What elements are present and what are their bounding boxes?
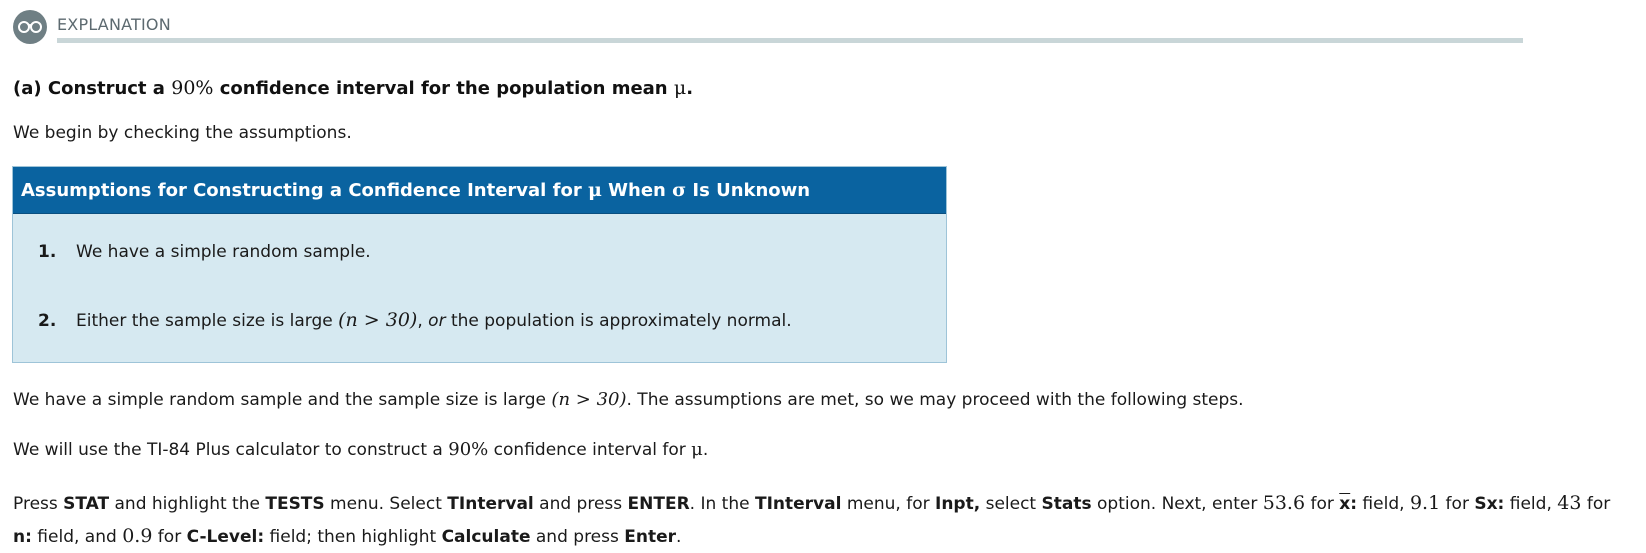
instr-text: for xyxy=(1305,494,1340,514)
instr-inpt: Inpt, xyxy=(935,494,981,514)
assumption-text: We have a simple random sample. xyxy=(76,242,371,262)
assumption-math: (n > 30) xyxy=(338,309,418,331)
instr-n: n: xyxy=(13,527,32,547)
instr-text: and highlight the xyxy=(109,494,266,514)
instr-text: . xyxy=(676,527,682,547)
instr-text: field; then highlight xyxy=(264,527,442,547)
part-a-heading: (a) Construct a 90% confidence interval … xyxy=(13,77,693,99)
instr-n-value: 43 xyxy=(1557,492,1582,514)
assumption-item-1: 1. We have a simple random sample. xyxy=(38,242,371,262)
conclusion-pre: We have a simple random sample and the s… xyxy=(13,390,552,410)
assumptions-title-mid: When xyxy=(601,180,673,201)
assumption-comma: , xyxy=(417,311,429,331)
instr-text: option. Next, enter xyxy=(1091,494,1263,514)
assumption-number: 2. xyxy=(38,311,57,331)
instr-text: menu. Select xyxy=(324,494,448,514)
instr-text: Press xyxy=(13,494,64,514)
assumption-number: 1. xyxy=(38,242,57,262)
conclusion-text: We have a simple random sample and the s… xyxy=(13,389,1244,410)
explanation-label: EXPLANATION xyxy=(57,15,171,34)
part-a-mu: μ xyxy=(673,77,687,99)
calc-intro-end: . xyxy=(702,440,709,460)
instr-text: for xyxy=(152,527,187,547)
instr-text: field, xyxy=(1357,494,1410,514)
instr-xbar-value: 53.6 xyxy=(1262,492,1306,514)
calc-intro-mid: confidence interval for xyxy=(488,440,692,460)
conclusion-post: . The assumptions are met, so we may pro… xyxy=(626,390,1244,410)
assumptions-box: Assumptions for Constructing a Confidenc… xyxy=(12,166,947,363)
assumption-text-post: the population is approximately normal. xyxy=(445,311,792,331)
instr-text: and press xyxy=(530,527,625,547)
assumption-item-2: 2. Either the sample size is large (n > 3… xyxy=(38,309,792,331)
instr-tinterval: TInterval xyxy=(447,494,534,514)
instr-enter: ENTER xyxy=(627,494,690,514)
assumptions-title-suffix: Is Unknown xyxy=(686,180,811,201)
instr-sx: Sx: xyxy=(1474,494,1505,514)
explanation-header: EXPLANATION xyxy=(13,10,1523,44)
assumptions-title: Assumptions for Constructing a Confidenc… xyxy=(13,167,946,214)
instr-xbar: x xyxy=(1339,494,1351,514)
instr-text: field, xyxy=(1504,494,1558,514)
header-divider xyxy=(57,38,1523,43)
part-a-prefix: (a) Construct a xyxy=(13,78,172,99)
calc-intro-pre: We will use the TI-84 Plus calculator to… xyxy=(13,440,449,460)
instr-tinterval-menu: TInterval xyxy=(754,494,842,514)
instr-stats: Stats xyxy=(1041,494,1092,514)
instr-stat: STAT xyxy=(63,494,110,514)
instr-c-value: 0.9 xyxy=(122,525,153,547)
instr-tests: TESTS xyxy=(265,494,325,514)
instr-enter-final: Enter xyxy=(624,527,677,547)
instr-calculate: Calculate xyxy=(441,527,531,547)
instr-clevel: C-Level: xyxy=(186,527,265,547)
part-a-percent: 90% xyxy=(171,77,214,99)
instr-text: field, and xyxy=(31,527,123,547)
instr-text: for xyxy=(1440,494,1475,514)
conclusion-math: (n > 30) xyxy=(551,389,627,410)
part-a-middle: confidence interval for the population m… xyxy=(213,78,674,99)
instr-text: for xyxy=(1581,494,1611,514)
assumptions-title-sigma: σ xyxy=(672,179,687,201)
instr-text: select xyxy=(980,494,1042,514)
instr-text: menu, for xyxy=(841,494,935,514)
assumption-text-pre: Either the sample size is large xyxy=(76,311,339,331)
calculator-intro: We will use the TI-84 Plus calculator to… xyxy=(13,439,708,460)
assumptions-title-prefix: Assumptions for Constructing a Confidenc… xyxy=(21,180,588,201)
instr-text: and press xyxy=(533,494,628,514)
calc-intro-percent: 90% xyxy=(448,439,489,460)
instr-text: . In the xyxy=(689,494,755,514)
assumption-or: or xyxy=(428,311,446,331)
instr-xbar-colon: : xyxy=(1350,494,1358,514)
glasses-icon xyxy=(13,10,47,44)
instr-sx-value: 9.1 xyxy=(1409,492,1441,514)
calc-intro-mu: μ xyxy=(691,439,703,460)
part-a-end: . xyxy=(686,78,694,99)
assumptions-title-mu: μ xyxy=(587,179,602,201)
calculator-instructions: Press STAT and highlight the TESTS menu.… xyxy=(13,487,1633,553)
intro-text: We begin by checking the assumptions. xyxy=(13,123,352,143)
